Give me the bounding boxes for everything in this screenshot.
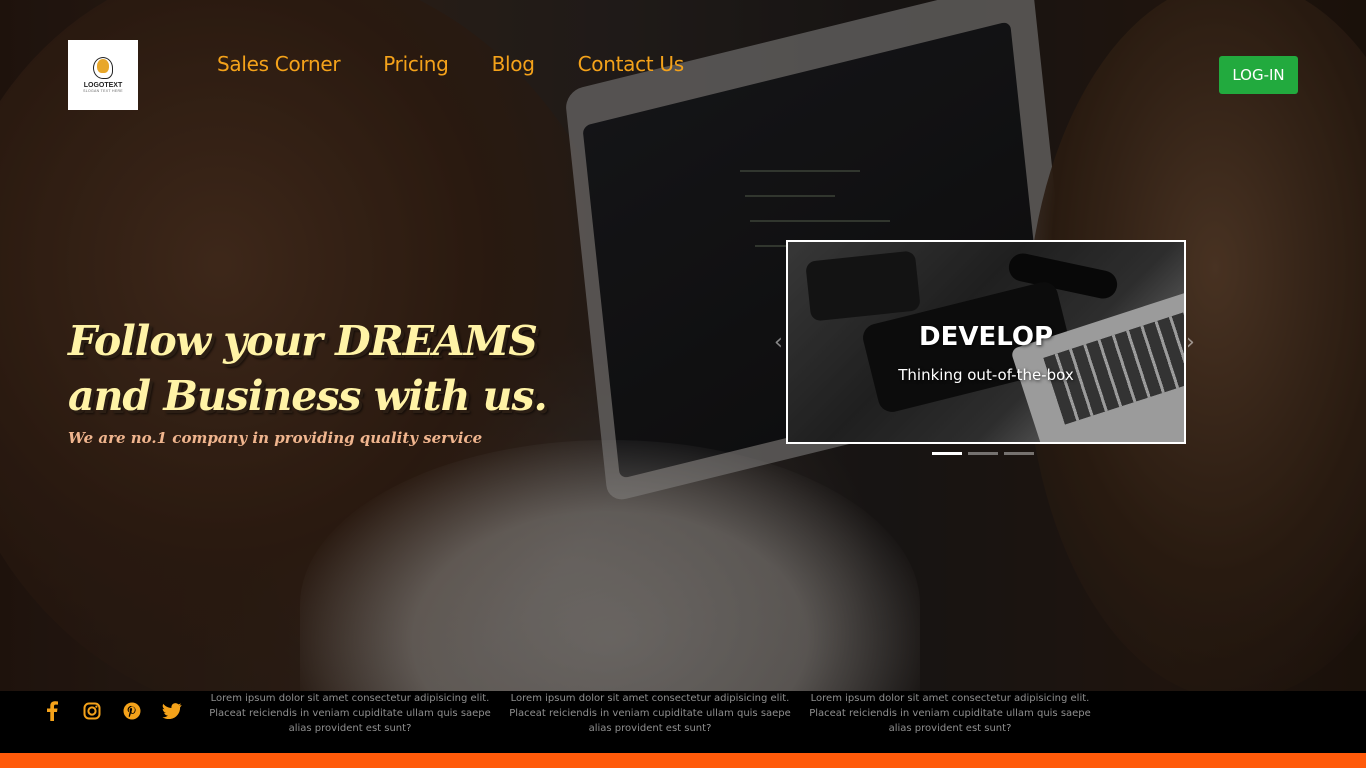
footer-column-3: Lorem ipsum dolor sit amet consectetur a… (809, 693, 1091, 734)
logo-text: LOGOTEXT (83, 81, 123, 89)
nav-pricing[interactable]: Pricing (383, 52, 449, 76)
image-carousel[interactable]: DEVELOP Thinking out-of-the-box (786, 240, 1186, 444)
social-links (42, 701, 182, 721)
footer-accent-bar (0, 753, 1366, 768)
login-button[interactable]: LOG-IN (1219, 56, 1298, 94)
chevron-left-icon[interactable]: ‹ (774, 330, 783, 355)
site-logo[interactable]: LOGOTEXT SLOGAN TEXT HERE (68, 40, 138, 110)
logo-tagline: SLOGAN TEXT HERE (83, 88, 123, 93)
main-nav: Sales Corner Pricing Blog Contact Us (217, 52, 684, 76)
logo-lightbulb-icon (91, 56, 115, 79)
twitter-icon[interactable] (162, 701, 182, 721)
nav-blog[interactable]: Blog (492, 52, 535, 76)
carousel-slide-caption: Thinking out-of-the-box (898, 366, 1074, 384)
hero-subtitle: We are no.1 company in providing quality… (68, 429, 483, 447)
chevron-right-icon[interactable]: › (1186, 330, 1195, 355)
carousel-indicator[interactable] (968, 452, 998, 455)
facebook-icon[interactable] (42, 701, 62, 721)
pinterest-icon[interactable] (122, 701, 142, 721)
carousel-indicators (932, 452, 1034, 455)
hero-title-line1: Follow your DREAMS (68, 317, 538, 365)
hero-title: Follow your DREAMS and Business with us. (68, 314, 548, 424)
carousel-indicator[interactable] (1004, 452, 1034, 455)
nav-contact-us[interactable]: Contact Us (578, 52, 685, 76)
carousel-slide-title: DEVELOP (918, 322, 1054, 352)
footer-column-1: Lorem ipsum dolor sit amet consectetur a… (209, 693, 491, 734)
instagram-icon[interactable] (82, 701, 102, 721)
carousel-indicator[interactable] (932, 452, 962, 455)
nav-sales-corner[interactable]: Sales Corner (217, 52, 341, 76)
footer-column-2: Lorem ipsum dolor sit amet consectetur a… (509, 693, 791, 734)
hero-title-line2: and Business with us. (68, 372, 548, 420)
